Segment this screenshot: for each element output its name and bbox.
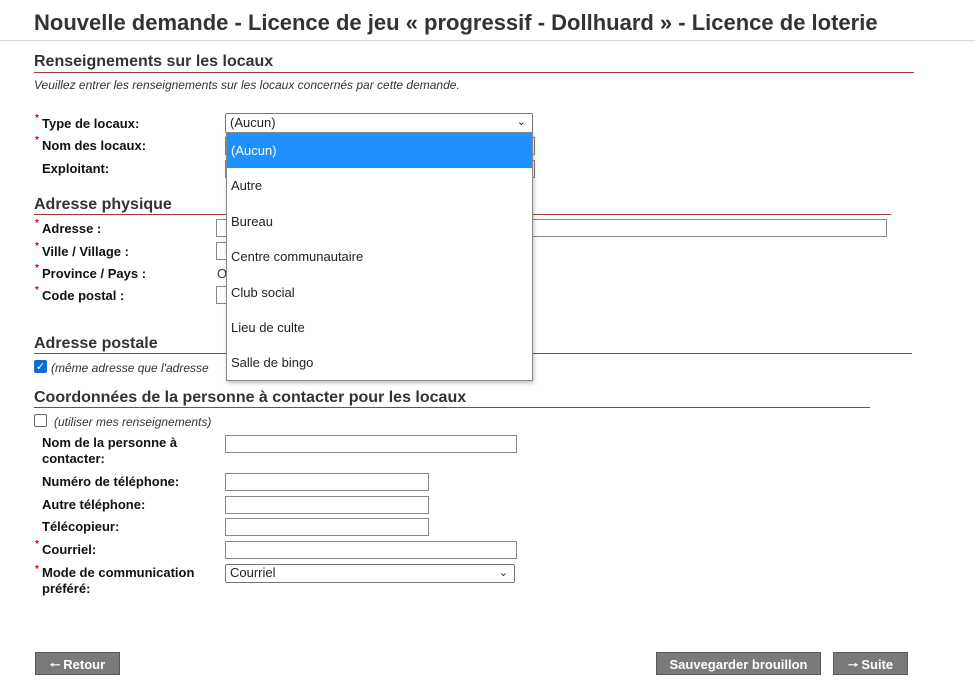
required-marker: * <box>35 218 39 229</box>
required-marker: * <box>35 539 39 550</box>
mode-communication-value: Courriel <box>230 565 276 580</box>
adresse-label: * Adresse : <box>35 218 102 236</box>
type-locaux-value: (Aucun) <box>230 115 276 130</box>
telephone-input[interactable] <box>225 473 429 491</box>
title-divider <box>0 40 975 41</box>
required-marker: * <box>35 564 39 575</box>
contact-nom-label: Nom de la personne à contacter: <box>42 435 178 466</box>
chevron-down-icon: ⌄ <box>516 116 526 128</box>
dropdown-option[interactable]: Salle de bingo <box>227 345 532 380</box>
same-address-checkbox[interactable]: ✓ <box>34 360 47 373</box>
type-locaux-label: * Type de locaux: <box>35 113 140 131</box>
courriel-input[interactable] <box>225 541 517 559</box>
chevron-down-icon: ⌄ <box>498 567 508 579</box>
section-divider-locaux <box>34 72 914 73</box>
arrow-right-icon: 🠒 <box>847 658 859 672</box>
same-address-label: (même adresse que l'adresse <box>51 361 209 375</box>
section-title-contact: Coordonnées de la personne à contacter p… <box>34 389 467 406</box>
ville-label: * Ville / Village : <box>35 241 129 259</box>
use-mine-checkbox[interactable] <box>34 414 47 427</box>
section-title-adresse-postale: Adresse postale <box>34 335 158 352</box>
retour-button[interactable]: 🠐 Retour <box>35 652 120 675</box>
autre-telephone-label: Autre téléphone: <box>42 497 146 512</box>
province-label: * Province / Pays : <box>35 263 147 281</box>
page-title: Nouvelle demande - Licence de jeu « prog… <box>34 10 878 35</box>
contact-nom-input[interactable] <box>225 435 517 453</box>
dropdown-option[interactable]: Bureau <box>227 204 532 239</box>
mode-communication-label: * Mode de communication préféré: <box>35 564 195 596</box>
type-locaux-select[interactable]: (Aucun) ⌄ <box>225 113 533 133</box>
dropdown-option[interactable]: Autre <box>227 168 532 203</box>
code-postal-label: * Code postal : <box>35 285 125 303</box>
telecopieur-label: Télécopieur: <box>42 519 120 534</box>
telephone-label: Numéro de téléphone: <box>42 474 180 489</box>
required-marker: * <box>35 263 39 274</box>
dropdown-option[interactable]: Club social <box>227 275 532 310</box>
mode-communication-select[interactable]: Courriel ⌄ <box>225 564 515 583</box>
section-divider-contact <box>34 407 870 408</box>
save-draft-button[interactable]: Sauvegarder brouillon <box>656 652 821 675</box>
exploitant-label: Exploitant: <box>42 161 110 176</box>
suite-button[interactable]: 🠒 Suite <box>833 652 908 675</box>
dropdown-option[interactable]: (Aucun) <box>227 133 532 169</box>
required-marker: * <box>35 113 39 124</box>
telecopieur-input[interactable] <box>225 518 429 536</box>
required-marker: * <box>35 135 39 146</box>
autre-telephone-input[interactable] <box>225 496 429 514</box>
nom-locaux-label: * Nom des locaux: <box>35 135 147 153</box>
section-title-adresse-physique: Adresse physique <box>34 196 172 213</box>
section-title-locaux: Renseignements sur les locaux <box>34 53 274 70</box>
dropdown-option[interactable]: Lieu de culte <box>227 310 532 345</box>
arrow-left-icon: 🠐 <box>49 658 61 672</box>
required-marker: * <box>35 285 39 296</box>
courriel-label: * Courriel: <box>35 539 97 557</box>
section-intro: Veuillez entrer les renseignements sur l… <box>34 78 460 92</box>
dropdown-option[interactable]: Centre communautaire <box>227 239 532 274</box>
type-locaux-dropdown-list[interactable]: (Aucun) Autre Bureau Centre communautaire Cl… <box>226 132 533 381</box>
required-marker: * <box>35 241 39 252</box>
use-mine-label: (utiliser mes renseignements) <box>54 415 212 429</box>
